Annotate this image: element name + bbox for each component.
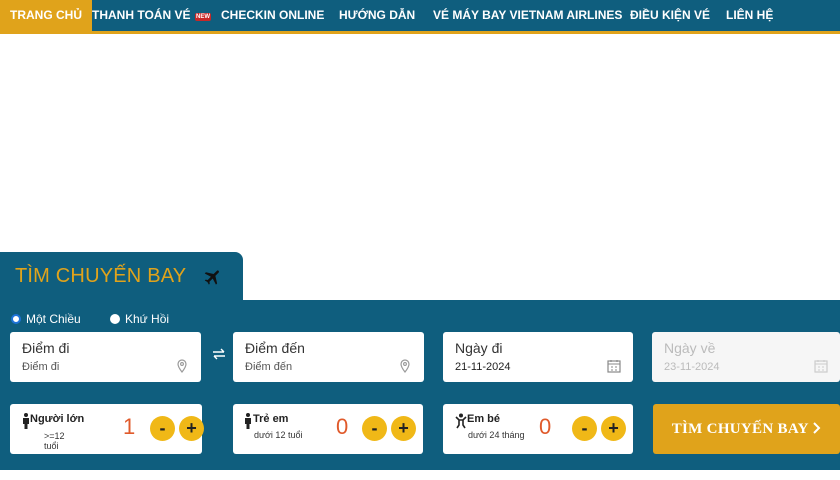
search-flights-button[interactable]: TÌM CHUYẾN BAY [653,404,840,454]
depart-value: 21-11-2024 [455,361,511,373]
child-passenger: Trẻ em dưới 12 tuổi 0 - + [233,404,423,454]
from-field[interactable]: Điểm đi Điểm đi [10,332,201,382]
search-tab: TÌM CHUYẾN BAY [0,252,243,302]
infant-passenger: Em bé dưới 24 tháng 0 - + [443,404,633,454]
location-pin-icon [177,359,187,373]
child-plus-button[interactable]: + [391,416,416,441]
plane-icon [204,270,219,285]
adult-minus-button[interactable]: - [150,416,175,441]
to-label: Điểm đến [245,340,305,356]
calendar-icon [607,360,621,373]
child-age: dưới 12 tuổi [254,430,303,440]
nav-contact[interactable]: LIÊN HỆ [726,0,773,31]
new-badge: NEW [195,13,211,21]
depart-label: Ngày đi [455,340,503,356]
child-label: Trẻ em [253,413,289,425]
infant-minus-button[interactable]: - [572,416,597,441]
adult-label: Người lớn [30,413,85,425]
infant-count: 0 [539,414,552,439]
adult-age: >=12 [44,431,65,441]
child-count: 0 [336,414,349,439]
nav-checkin[interactable]: NEW CHECKIN ONLINE [195,0,324,31]
infant-label: Em bé [467,413,501,425]
adult-passenger: Người lớn >=12 tuổi 1 - + [10,404,204,454]
nav-guide[interactable]: HƯỚNG DẪN [339,0,415,31]
calendar-icon [814,360,828,373]
nav-vietnam-airlines[interactable]: VÉ MÁY BAY VIETNAM AIRLINES [433,0,622,31]
chevron-right-icon [813,422,821,434]
search-flights-label: TÌM CHUYẾN BAY [671,421,809,437]
adult-count: 1 [123,414,136,439]
infant-age: dưới 24 tháng [468,430,525,440]
radio-round-trip[interactable]: Khứ Hồi [110,312,169,326]
radio-dot-selected [11,314,21,324]
child-minus-button[interactable]: - [362,416,387,441]
infant-icon [455,413,467,429]
nav-home[interactable]: TRANG CHỦ [0,0,92,31]
radio-one-way-label: Một Chiều [26,312,81,326]
return-date-field[interactable]: Ngày về 23-11-2024 [652,332,840,382]
search-title: TÌM CHUYẾN BAY [15,265,187,287]
infant-plus-button[interactable]: + [601,416,626,441]
child-icon [245,413,251,429]
adult-age-unit: tuổi [44,441,59,451]
return-label: Ngày về [664,340,716,356]
nav-payment[interactable]: THANH TOÁN VÉ [92,0,190,31]
swap-icon[interactable] [212,348,226,360]
to-field[interactable]: Điểm đến Điểm đến [233,332,424,382]
to-placeholder: Điểm đến [245,361,293,373]
location-pin-icon [400,359,410,373]
from-label: Điểm đi [22,340,70,356]
radio-dot [110,314,120,324]
from-placeholder: Điểm đi [22,361,60,373]
radio-one-way[interactable]: Một Chiều [11,312,81,326]
adult-icon [23,413,29,429]
nav-checkin-label: CHECKIN ONLINE [221,8,325,22]
radio-round-trip-label: Khứ Hồi [125,312,170,326]
depart-date-field[interactable]: Ngày đi 21-11-2024 [443,332,633,382]
main-nav: TRANG CHỦ THANH TOÁN VÉ NEW CHECKIN ONLIN… [0,0,840,34]
adult-plus-button[interactable]: + [179,416,204,441]
nav-ticket-conditions[interactable]: ĐIỀU KIỆN VÉ [630,0,710,31]
return-value: 23-11-2024 [664,361,720,373]
